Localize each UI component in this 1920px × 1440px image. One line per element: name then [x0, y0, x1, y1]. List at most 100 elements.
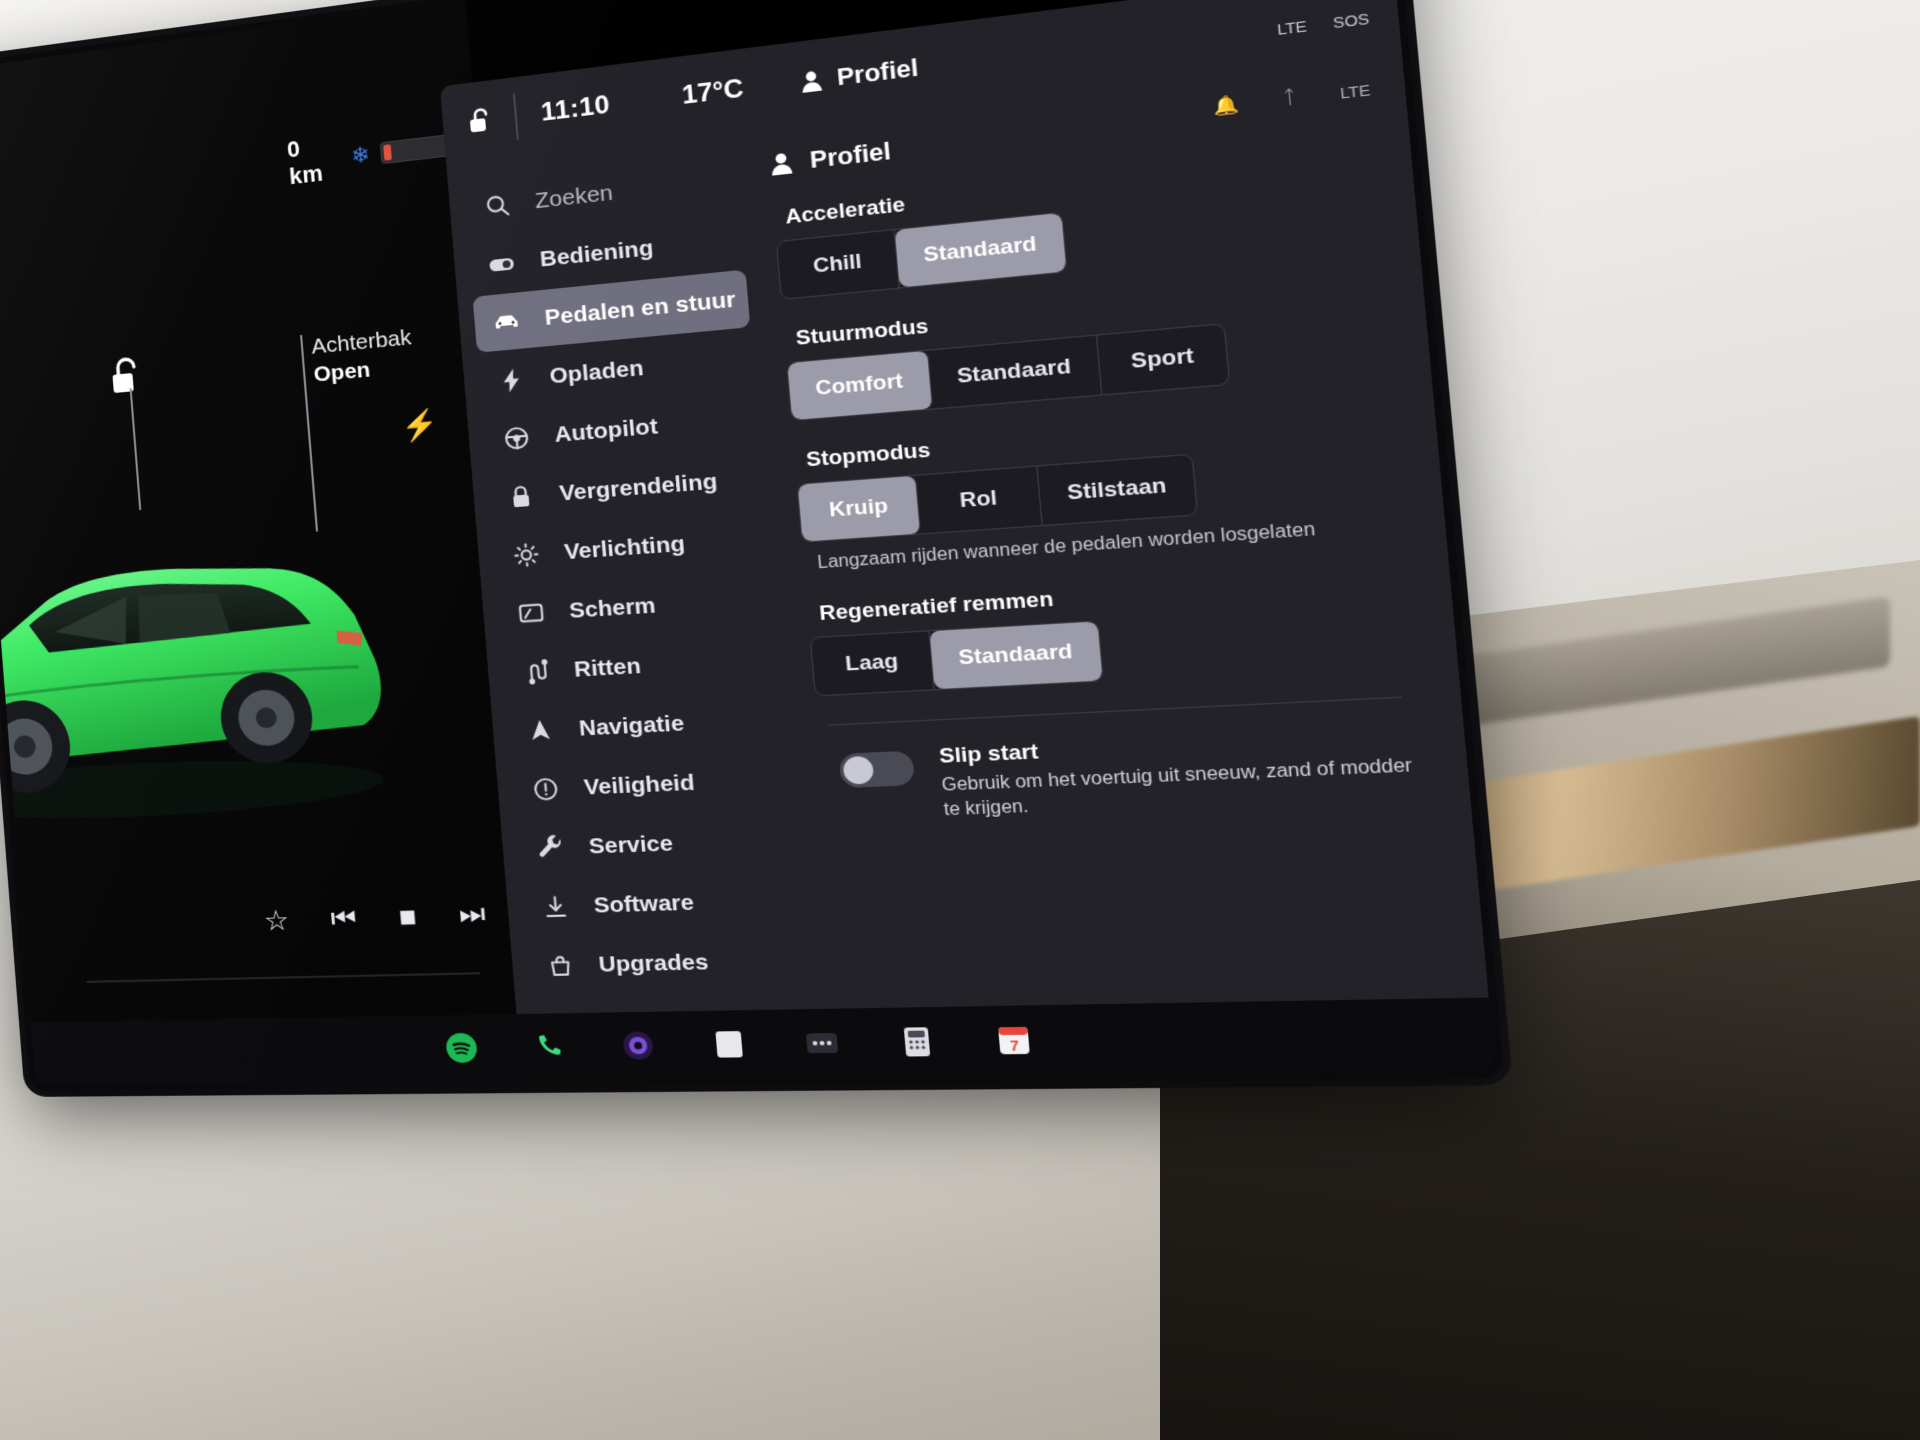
option-acceleration-standaard[interactable]: Standaard	[894, 212, 1067, 288]
svg-text:7: 7	[1009, 1037, 1019, 1054]
charge-port-bolt-icon: ⚡	[399, 407, 440, 444]
settings-panel[interactable]: 11:10 17°C Profiel Zoeken Bediening Pedale…	[439, 0, 1489, 1043]
sidebar-item-upgrades[interactable]: Upgrades	[526, 931, 807, 995]
sidebar-item-label: Vergrendeling	[558, 468, 719, 506]
sidebar-item-label: Software	[592, 889, 695, 918]
display-icon	[515, 599, 546, 627]
segmented-control-regenerative-braking[interactable]: Laag Standaard	[809, 620, 1104, 697]
option-acceleration-chill[interactable]: Chill	[776, 230, 900, 299]
next-track-icon[interactable]: ⏭	[458, 898, 487, 933]
settings-sections: Acceleratie Chill Standaard Stuurmodus Comfo…	[773, 143, 1418, 697]
settings-body: Zoeken Bediening Pedalen en stuur Opladen Au…	[446, 10, 1489, 1043]
sidebar-item-label: Bediening	[538, 235, 655, 272]
car-front-icon	[494, 314, 518, 329]
option-stopping-mode-stilstaan[interactable]: Stilstaan	[1038, 455, 1198, 525]
dock-calendar-icon[interactable]: 7	[991, 1021, 1036, 1060]
download-icon	[540, 893, 570, 921]
search-icon	[482, 191, 513, 221]
sidebar-item-label: Opladen	[548, 355, 645, 389]
sun-icon	[511, 541, 541, 569]
lte-icon: LTE	[1339, 80, 1372, 102]
section-divider	[828, 696, 1402, 726]
dock-phone-icon[interactable]	[529, 1028, 570, 1065]
lock-icon	[507, 482, 536, 507]
dock-more-dots-icon[interactable]	[801, 1024, 844, 1062]
upgrade-bag-icon	[545, 952, 575, 979]
trips-icon	[520, 658, 551, 686]
media-progress-bar[interactable]	[86, 972, 481, 983]
touchscreen[interactable]: 0 km ❄ Achterbak Open orbak en	[0, 0, 1505, 1091]
sidebar-item-label: Ritten	[573, 653, 642, 682]
trunk-callout-right-state: Open	[312, 357, 372, 387]
option-steering-mode-standaard[interactable]: Standaard	[928, 335, 1103, 409]
display-icon	[516, 599, 546, 627]
search-icon	[482, 191, 511, 220]
stop-icon[interactable]: ■	[397, 900, 417, 933]
photo-scene: 0 km ❄ Achterbak Open orbak en	[0, 0, 1920, 1440]
dock-spotify-icon[interactable]	[442, 1030, 482, 1067]
sidebar-item-label: Upgrades	[597, 949, 710, 977]
clock: 11:10	[539, 90, 612, 128]
section-label-regenerative-braking: Regeneratief remmen	[818, 587, 1055, 626]
navigation-arrow-icon	[525, 717, 556, 745]
navigation-arrow-icon	[530, 719, 550, 741]
alert-circle-icon	[530, 775, 560, 803]
unlock-icon[interactable]	[105, 350, 149, 400]
trips-icon	[521, 658, 551, 686]
media-controls[interactable]: ☆ ⏮ ■ ⏭	[263, 898, 487, 938]
option-stopping-mode-rol[interactable]: Rol	[916, 466, 1043, 534]
previous-track-icon[interactable]: ⏮	[329, 902, 357, 936]
option-steering-mode-comfort[interactable]: Comfort	[787, 350, 934, 421]
alert-circle-icon	[530, 775, 561, 803]
profile-label: Profiel	[835, 53, 920, 91]
sidebar-item-label: Scherm	[568, 592, 657, 623]
option-regenerative-braking-laag[interactable]: Laag	[810, 631, 935, 696]
upgrade-bag-icon	[544, 952, 575, 979]
lock-icon	[506, 482, 537, 512]
toggle-icon	[486, 248, 517, 278]
bell-icon[interactable]: 🔔	[1213, 93, 1241, 119]
sidebar-item-navigatie[interactable]: Navigatie	[506, 689, 786, 760]
slip-start-row[interactable]: Slip start Gebruik om het voertuig uit s…	[838, 723, 1430, 826]
dock-camera-icon[interactable]	[617, 1027, 658, 1064]
favorite-star-icon[interactable]: ☆	[263, 904, 291, 937]
wrench-icon	[535, 834, 566, 862]
option-regenerative-braking-standaard[interactable]: Standaard	[929, 621, 1103, 690]
settings-content[interactable]: LTE SOS Profiel 🔔 ᛏ LTE Acceleratie Chil…	[745, 10, 1489, 1043]
toggle-icon	[489, 257, 515, 272]
sidebar-item-service[interactable]: Service	[516, 810, 797, 877]
sidebar-item-veiligheid[interactable]: Veiligheid	[511, 750, 791, 819]
sidebar-item-label: Pedalen en stuur	[543, 286, 737, 330]
steering-wheel-icon	[501, 424, 531, 453]
range-value: 0 km	[286, 135, 325, 190]
car-front-icon	[491, 307, 522, 337]
person-icon	[771, 152, 793, 176]
sidebar-item-label: Verlichting	[563, 530, 686, 565]
trunk-callout-right: Achterbak Open	[310, 324, 414, 389]
bluetooth-icon[interactable]: ᛏ	[1282, 88, 1296, 110]
screen-surface[interactable]: 0 km ❄ Achterbak Open orbak en	[0, 0, 1496, 1085]
bolt-icon	[502, 367, 520, 393]
sidebar-item-software[interactable]: Software	[521, 870, 802, 935]
person-icon	[801, 70, 822, 93]
outside-temperature: 17°C	[680, 73, 745, 111]
unlock-icon[interactable]	[466, 103, 501, 139]
profile-button[interactable]: Profiel	[798, 53, 919, 96]
bolt-icon	[496, 365, 527, 395]
dock-notes-icon[interactable]	[708, 1026, 750, 1064]
option-steering-mode-sport[interactable]: Sport	[1097, 324, 1229, 394]
sun-icon	[510, 541, 541, 570]
sidebar-item-label: Zoeken	[534, 179, 614, 214]
content-profile-label: Profiel	[808, 137, 893, 174]
trunk-callout-right-title: Achterbak	[310, 325, 413, 359]
sidebar-item-label: Service	[587, 830, 674, 859]
status-divider	[512, 93, 519, 140]
sidebar-item-label: Navigatie	[578, 710, 686, 741]
sidebar-item-label: Autopilot	[553, 413, 659, 447]
dock-calculator-icon[interactable]	[895, 1023, 939, 1061]
steering-wheel-icon	[501, 424, 532, 453]
option-stopping-mode-kruip[interactable]: Kruip	[797, 475, 922, 542]
slip-start-toggle[interactable]	[838, 750, 916, 789]
snowflake-icon: ❄	[350, 142, 371, 169]
wrench-icon	[537, 834, 562, 857]
